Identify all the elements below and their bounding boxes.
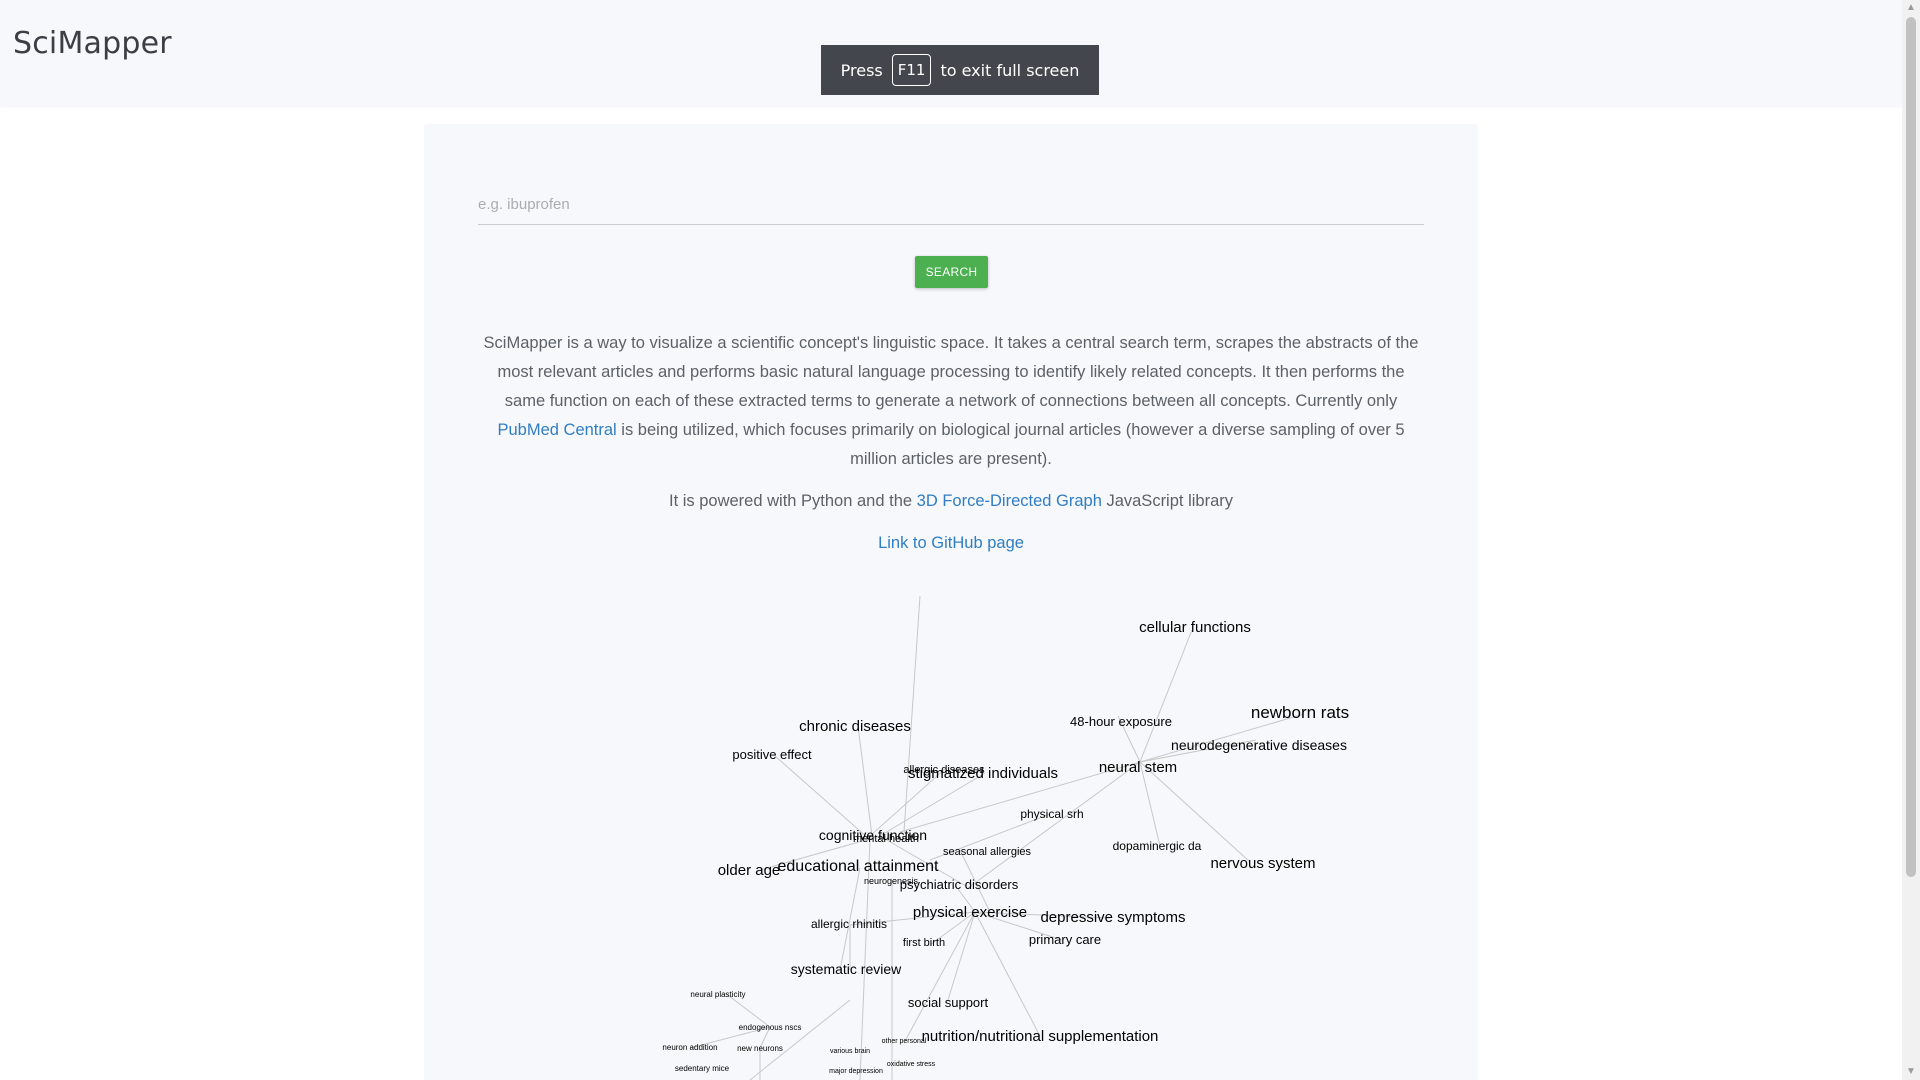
- scrollbar[interactable]: ▲ ▼: [1902, 0, 1920, 1080]
- graph-node-label[interactable]: educational attainment: [778, 858, 940, 875]
- scrollbar-thumb[interactable]: [1906, 17, 1916, 877]
- graph-edge: [903, 595, 921, 833]
- graph-node-label[interactable]: 48-hour exposure: [1070, 714, 1172, 729]
- graph-edges: [689, 595, 1305, 1080]
- scroll-up-arrow-icon[interactable]: ▲: [1902, 0, 1920, 16]
- graph-node-label[interactable]: allergic rhinitis: [811, 917, 887, 931]
- graph-node-label[interactable]: depressive symptoms: [1040, 909, 1185, 926]
- graph-node-label[interactable]: new neurons: [737, 1044, 783, 1053]
- graph-node-label[interactable]: various brain: [830, 1048, 870, 1055]
- graph-labels: cellular functions newborn rats 48-hour ex…: [662, 619, 1349, 1075]
- graph-node-label[interactable]: older age: [718, 862, 781, 879]
- graph-node-label[interactable]: primary care: [1029, 932, 1101, 947]
- graph-node-label[interactable]: endogenous nscs: [739, 1023, 802, 1032]
- graph-node-label[interactable]: social support: [908, 995, 989, 1010]
- graph-node-label[interactable]: oxidative stress: [887, 1061, 936, 1068]
- scroll-down-arrow-icon[interactable]: ▼: [1902, 1064, 1920, 1080]
- graph-node-label[interactable]: positive effect: [732, 747, 812, 762]
- graph-node-label[interactable]: physical exercise: [913, 904, 1027, 921]
- graph-edge: [947, 911, 976, 1001]
- graph-node-label[interactable]: stigmatized individuals: [908, 765, 1058, 782]
- graph-node-label[interactable]: other personal: [882, 1038, 927, 1045]
- graph-node-label[interactable]: nervous system: [1210, 855, 1315, 872]
- graph-node-label[interactable]: physical srh: [1020, 807, 1083, 821]
- graph-node-label[interactable]: neuron addition: [662, 1043, 717, 1052]
- graph-node-label[interactable]: mental health: [853, 833, 919, 845]
- graph-node-label[interactable]: neural stem: [1099, 759, 1177, 776]
- graph-edge: [974, 911, 1041, 1037]
- graph-edge: [857, 725, 873, 837]
- graph-node-label[interactable]: first birth: [903, 937, 945, 949]
- graph-node-label[interactable]: neurodegenerative diseases: [1171, 737, 1347, 753]
- graph-node-label[interactable]: major depression: [829, 1068, 883, 1075]
- graph-node-label[interactable]: newborn rats: [1251, 703, 1349, 722]
- graph-node-label[interactable]: cellular functions: [1139, 619, 1251, 636]
- graph-edge: [903, 911, 976, 1044]
- graph-node-label[interactable]: psychiatric disorders: [900, 877, 1019, 892]
- graph-node-label[interactable]: neural plasticity: [690, 990, 745, 999]
- concept-network-graph[interactable]: cellular functions newborn rats 48-hour ex…: [0, 0, 1902, 1080]
- graph-node-label[interactable]: sedentary mice: [675, 1064, 730, 1073]
- graph-node-label[interactable]: dopaminergic da: [1113, 839, 1202, 853]
- graph-node-label[interactable]: seasonal allergies: [943, 846, 1032, 858]
- graph-node-label[interactable]: chronic diseases: [799, 718, 911, 735]
- graph-node-label[interactable]: nutrition/nutritional supplementation: [922, 1028, 1159, 1045]
- graph-edge: [774, 755, 869, 839]
- graph-node-label[interactable]: systematic review: [791, 961, 902, 977]
